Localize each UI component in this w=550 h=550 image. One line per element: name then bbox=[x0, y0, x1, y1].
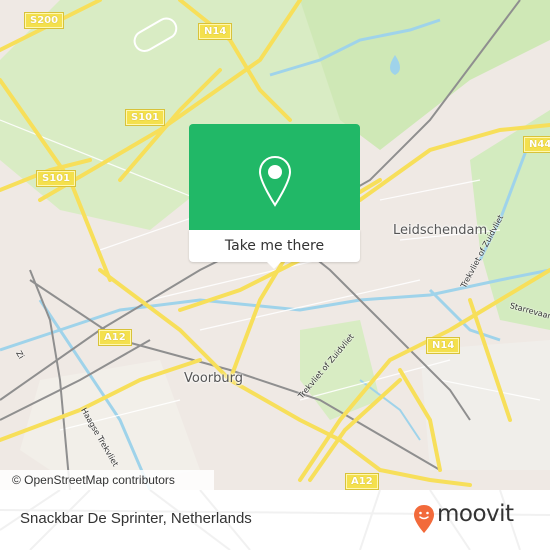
footer-bar: Snackbar De Sprinter, Netherlands moovit bbox=[0, 490, 550, 550]
road-label-a12: A12 bbox=[345, 473, 379, 490]
popup-header bbox=[189, 124, 360, 230]
moovit-logo[interactable]: moovit bbox=[413, 500, 538, 540]
road-label-n44x: N44 bbox=[522, 136, 550, 153]
location-pin-icon bbox=[258, 155, 292, 207]
road-label-s101: S101 bbox=[35, 170, 77, 187]
map-attribution[interactable]: © OpenStreetMap contributors bbox=[0, 470, 214, 490]
location-popup: Take me there bbox=[189, 124, 360, 269]
place-name: Snackbar De Sprinter, Netherlands bbox=[20, 510, 252, 527]
moovit-pin-icon bbox=[414, 505, 434, 533]
place-label-voorburg: Voorburg bbox=[184, 371, 243, 386]
road-label-s101: S101 bbox=[124, 109, 166, 126]
road-label-s200: S200 bbox=[23, 12, 65, 29]
popup-pointer bbox=[266, 261, 282, 269]
moovit-wordmark: moovit bbox=[437, 501, 514, 527]
map-view[interactable]: S200 N14 S101 S101 N44 A12 N14 A12 Leids… bbox=[0, 0, 550, 490]
place-label-leidschendam: Leidschendam bbox=[393, 223, 488, 238]
road-label-n14: N14 bbox=[425, 337, 461, 354]
road-label-a12: A12 bbox=[98, 329, 132, 346]
take-me-there-button[interactable]: Take me there bbox=[189, 230, 360, 262]
road-label-n14: N14 bbox=[197, 23, 233, 40]
